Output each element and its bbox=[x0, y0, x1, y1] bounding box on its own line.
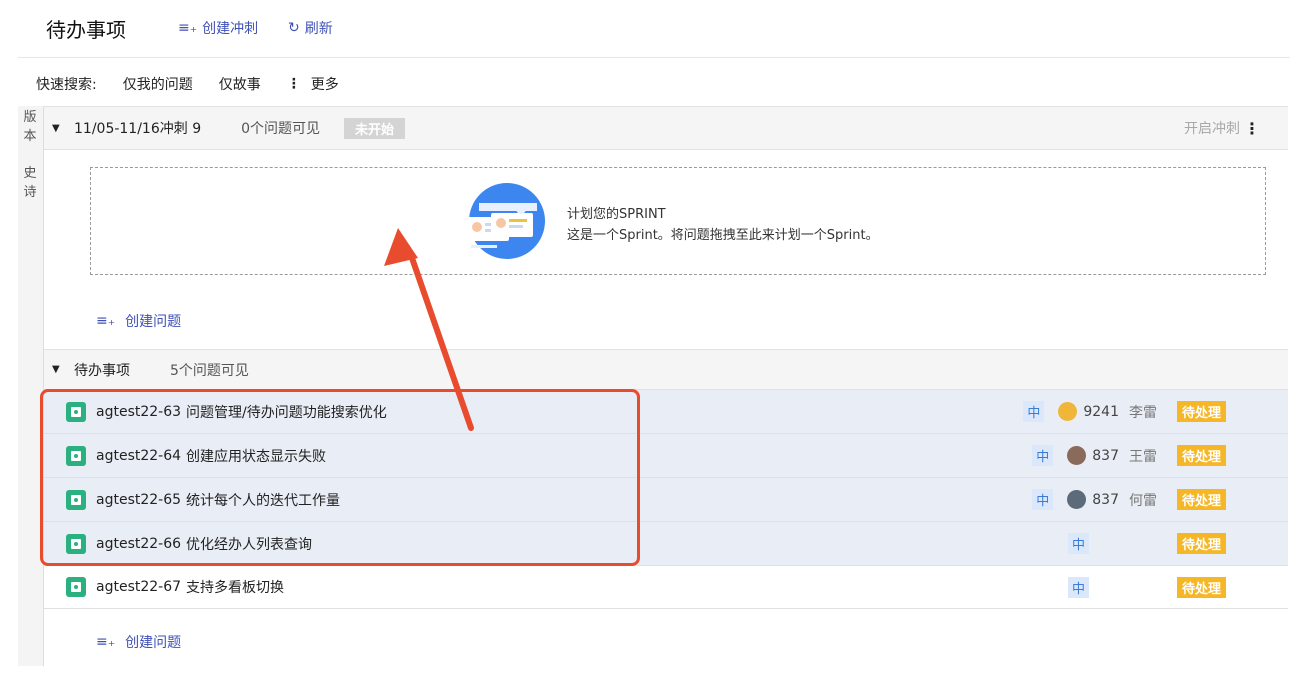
story-icon bbox=[66, 401, 86, 422]
issue-summary: 问题管理/待办问题功能搜索优化 bbox=[186, 404, 387, 421]
status-badge: 待处理 bbox=[1176, 445, 1226, 466]
assignee-avatar bbox=[1067, 446, 1087, 465]
assignee-avatar bbox=[1058, 402, 1078, 421]
issue-key[interactable]: agtest22-67 bbox=[96, 579, 181, 595]
priority-badge: 中 bbox=[1067, 576, 1089, 598]
issue-row[interactable]: agtest22-67 支持多看板切换 中 待处理 bbox=[44, 565, 1288, 609]
list-add-icon: ≡₊ bbox=[96, 313, 116, 329]
issue-key[interactable]: agtest22-66 bbox=[96, 536, 181, 552]
quick-search-bar: 快速搜索: 仅我的问题 仅故事 ⋮ 更多 bbox=[36, 74, 365, 94]
backlog-panel: ▼ 11/05-11/16冲刺 9 0个问题可见 未开始 开启冲刺 ⋮ 计划您的… bbox=[44, 106, 1288, 666]
issue-row[interactable]: agtest22-66 优化经办人列表查询 中 待处理 bbox=[44, 521, 1288, 565]
more-vertical-icon[interactable]: ⋮ bbox=[287, 76, 301, 92]
assignee-name: 王雷 bbox=[1128, 448, 1157, 465]
page-title: 待办事项 bbox=[46, 18, 126, 42]
issue-row[interactable]: agtest22-65 统计每个人的迭代工作量 中 837 何雷 待处理 bbox=[44, 477, 1288, 521]
sprint-more-icon[interactable]: ⋮ bbox=[1244, 119, 1260, 138]
sprint-illustration bbox=[467, 183, 545, 259]
drop-zone-title: 计划您的SPRINT bbox=[567, 207, 666, 222]
sprint-status-badge: 未开始 bbox=[344, 117, 406, 139]
refresh-icon: ↻ bbox=[288, 20, 300, 36]
create-sprint-button[interactable]: ≡₊ 创建冲刺 bbox=[178, 18, 258, 38]
issue-summary: 支持多看板切换 bbox=[186, 580, 285, 596]
start-sprint-button[interactable]: 开启冲刺 bbox=[1184, 118, 1240, 138]
create-issue-sprint-button[interactable]: ≡₊ 创建问题 bbox=[96, 311, 181, 331]
top-bar: 待办事项 ≡₊ 创建冲刺 ↻ 刷新 bbox=[18, 0, 1290, 58]
story-icon bbox=[66, 445, 86, 466]
backlog-title: 待办事项 bbox=[74, 362, 130, 379]
issue-list: agtest22-63 问题管理/待办问题功能搜索优化中 9241 李雷 待处理 agte… bbox=[44, 389, 1288, 609]
issue-summary: 创建应用状态显示失败 bbox=[186, 448, 327, 465]
drop-zone-description: 这是一个Sprint。将问题拖拽至此来计划一个Sprint。 bbox=[567, 228, 879, 243]
filter-only-my-issues[interactable]: 仅我的问题 bbox=[123, 74, 193, 94]
priority-badge: 中 bbox=[1032, 489, 1054, 510]
collapse-caret-icon[interactable]: ▼ bbox=[52, 364, 66, 375]
assignee-name: 何雷 bbox=[1128, 492, 1157, 509]
status-badge: 待处理 bbox=[1176, 401, 1226, 422]
status-badge: 待处理 bbox=[1176, 576, 1226, 598]
side-tab-version-label: 版本 bbox=[23, 110, 37, 144]
issue-meta: 中 837 何雷 待处理 bbox=[1032, 489, 1226, 510]
story-icon bbox=[66, 577, 86, 597]
issue-meta: 中 待处理 bbox=[1067, 533, 1226, 554]
sprint-drop-zone[interactable]: 计划您的SPRINT 这是一个Sprint。将问题拖拽至此来计划一个Sprint… bbox=[90, 167, 1266, 275]
status-badge: 待处理 bbox=[1176, 489, 1226, 510]
issue-meta: 中 837 王雷 待处理 bbox=[1032, 445, 1226, 466]
priority-badge: 中 bbox=[1023, 401, 1045, 422]
create-sprint-label: 创建冲刺 bbox=[202, 21, 259, 37]
story-icon bbox=[66, 489, 86, 510]
story-points: 837 bbox=[1092, 491, 1119, 508]
issue-summary: 优化经办人列表查询 bbox=[186, 536, 313, 553]
status-badge: 待处理 bbox=[1176, 533, 1226, 554]
create-issue-backlog-label: 创建问题 bbox=[125, 635, 182, 651]
backlog-header: ▼ 待办事项 5个问题可见 bbox=[44, 349, 1288, 389]
story-points: 9241 bbox=[1083, 403, 1119, 420]
filter-only-stories[interactable]: 仅故事 bbox=[219, 74, 261, 94]
priority-badge: 中 bbox=[1032, 445, 1054, 466]
refresh-button[interactable]: ↻ 刷新 bbox=[288, 18, 333, 38]
refresh-label: 刷新 bbox=[304, 21, 333, 37]
issue-row[interactable]: agtest22-64 创建应用状态显示失败 中 837 王雷 待处理 bbox=[44, 433, 1288, 477]
issue-row[interactable]: agtest22-63 问题管理/待办问题功能搜索优化 中 9241 李雷 待处理 bbox=[44, 389, 1288, 433]
side-tab-version[interactable]: 版本 bbox=[18, 106, 42, 146]
issue-key[interactable]: agtest22-65 bbox=[96, 492, 181, 508]
issue-summary: 统计每个人的迭代工作量 bbox=[186, 492, 341, 509]
sprint-name: 11/05-11/16冲刺 9 bbox=[74, 121, 202, 137]
issue-meta: 中 9241 李雷 待处理 bbox=[1023, 401, 1226, 422]
story-points: 837 bbox=[1092, 447, 1119, 464]
more-filters-button[interactable]: 更多 bbox=[311, 74, 339, 94]
issue-meta: 中 待处理 bbox=[1067, 576, 1226, 598]
issue-key[interactable]: agtest22-64 bbox=[96, 448, 181, 464]
priority-badge: 中 bbox=[1067, 533, 1089, 554]
sprint-header: ▼ 11/05-11/16冲刺 9 0个问题可见 未开始 开启冲刺 ⋮ bbox=[44, 106, 1288, 150]
assignee-name: 李雷 bbox=[1128, 404, 1157, 421]
side-tab-epic-label: 史诗 bbox=[23, 166, 37, 200]
story-icon bbox=[66, 533, 86, 554]
list-add-icon: ≡₊ bbox=[96, 634, 116, 650]
backlog-issue-count: 5个问题可见 bbox=[170, 362, 249, 379]
quick-search-label: 快速搜索: bbox=[36, 77, 97, 93]
side-tabs: 版本 史诗 bbox=[18, 106, 44, 666]
issue-key[interactable]: agtest22-63 bbox=[96, 404, 181, 420]
create-issue-sprint-label: 创建问题 bbox=[125, 314, 182, 330]
collapse-caret-icon[interactable]: ▼ bbox=[52, 123, 66, 134]
sprint-issue-count: 0个问题可见 bbox=[241, 121, 321, 137]
list-add-icon: ≡₊ bbox=[178, 20, 198, 36]
side-tab-epic[interactable]: 史诗 bbox=[18, 162, 42, 202]
create-issue-backlog-button[interactable]: ≡₊ 创建问题 bbox=[96, 632, 181, 652]
assignee-avatar bbox=[1067, 490, 1087, 509]
